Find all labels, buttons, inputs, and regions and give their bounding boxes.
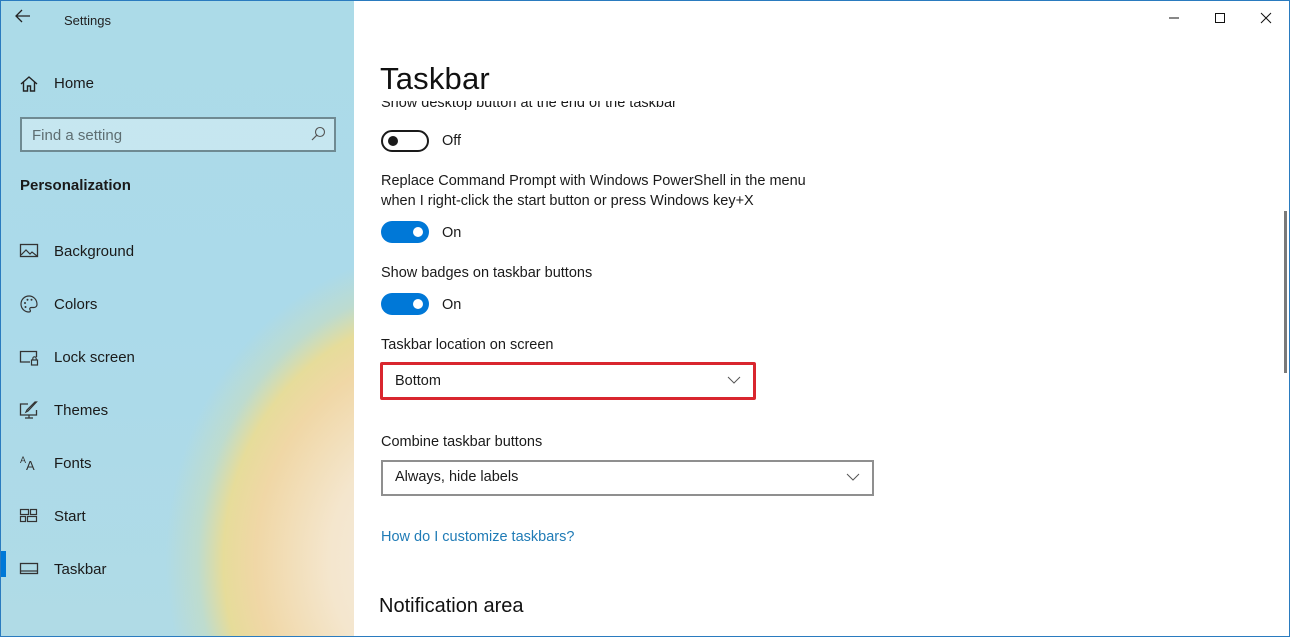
toggle-powershell[interactable] — [381, 221, 429, 243]
sidebar-item-label: Home — [54, 75, 95, 92]
sidebar-item-themes[interactable]: Themes — [1, 390, 354, 430]
sidebar-item-home[interactable]: Home — [1, 67, 354, 101]
settings-scroll-area: Show desktop button at the end of the ta… — [354, 101, 1254, 636]
search-input[interactable] — [32, 125, 302, 145]
toggle-knob — [413, 299, 423, 309]
close-button[interactable] — [1243, 1, 1289, 35]
sidebar: Settings Home Personalization Background… — [1, 1, 354, 636]
maximize-icon — [1215, 13, 1225, 23]
setting-label-badges: Show badges on taskbar buttons — [381, 265, 593, 281]
fonts-icon: AA — [20, 455, 35, 473]
combine-buttons-label: Combine taskbar buttons — [381, 434, 543, 450]
toggle-knob — [388, 136, 398, 146]
toggle-state-label: On — [442, 225, 462, 241]
setting-label-powershell: Replace Command Prompt with Windows Powe… — [381, 173, 806, 189]
sidebar-item-label: Lock screen — [54, 349, 135, 366]
sidebar-item-taskbar[interactable]: Taskbar — [1, 549, 354, 589]
lock-screen-icon — [19, 350, 39, 366]
help-link-customize-taskbars[interactable]: How do I customize taskbars? — [381, 529, 574, 545]
sidebar-item-label: Taskbar — [54, 561, 107, 578]
app-title: Settings — [64, 13, 111, 28]
toggle-badges[interactable] — [381, 293, 429, 315]
toggle-show-desktop[interactable] — [381, 130, 429, 152]
sidebar-item-background[interactable]: Background — [1, 231, 354, 271]
svg-text:A: A — [26, 458, 35, 473]
sidebar-item-label: Background — [54, 243, 135, 260]
sidebar-item-fonts[interactable]: AA Fonts — [1, 443, 354, 483]
brush-icon — [19, 401, 38, 419]
sidebar-item-colors[interactable]: Colors — [1, 284, 354, 324]
dropdown-value: Bottom — [395, 373, 441, 389]
sidebar-item-label: Themes — [54, 402, 109, 419]
taskbar-icon — [19, 562, 39, 575]
sidebar-item-label: Start — [54, 508, 86, 525]
setting-label-show-desktop: Show desktop button at the end of the ta… — [381, 101, 677, 111]
picture-icon — [19, 243, 39, 258]
search-icon[interactable] — [310, 126, 326, 142]
palette-icon — [20, 295, 38, 313]
toggle-knob — [413, 227, 423, 237]
scrollbar-thumb[interactable] — [1284, 211, 1287, 373]
minimize-button[interactable] — [1151, 1, 1197, 35]
settings-window: Settings Home Personalization Background… — [0, 0, 1290, 637]
close-icon — [1260, 12, 1272, 24]
arrow-left-icon — [15, 9, 30, 23]
sidebar-item-lock-screen[interactable]: Lock screen — [1, 337, 354, 377]
section-heading-notification-area: Notification area — [379, 595, 524, 617]
window-controls — [1151, 1, 1289, 35]
taskbar-location-dropdown[interactable]: Bottom — [380, 362, 756, 400]
maximize-button[interactable] — [1197, 1, 1243, 35]
chevron-down-icon — [727, 376, 741, 384]
sidebar-item-label: Colors — [54, 296, 98, 313]
taskbar-location-label: Taskbar location on screen — [381, 337, 554, 353]
toggle-state-label: On — [442, 297, 462, 313]
main-content: Taskbar Show desktop button at the end o… — [354, 1, 1289, 636]
page-title: Taskbar — [380, 61, 490, 96]
sidebar-item-label: Fonts — [54, 455, 92, 472]
minimize-icon — [1169, 17, 1179, 19]
back-button[interactable] — [15, 9, 37, 27]
search-box — [20, 117, 336, 152]
section-label: Personalization — [20, 177, 131, 194]
start-tiles-icon — [19, 508, 38, 523]
setting-label-powershell-line2: when I right-click the start button or p… — [381, 193, 754, 209]
toggle-state-label: Off — [442, 133, 462, 149]
combine-buttons-dropdown[interactable]: Always, hide labels — [381, 460, 874, 496]
chevron-down-icon — [846, 473, 860, 481]
home-icon — [20, 76, 38, 92]
dropdown-value: Always, hide labels — [395, 469, 519, 485]
sidebar-item-start[interactable]: Start — [1, 496, 354, 536]
